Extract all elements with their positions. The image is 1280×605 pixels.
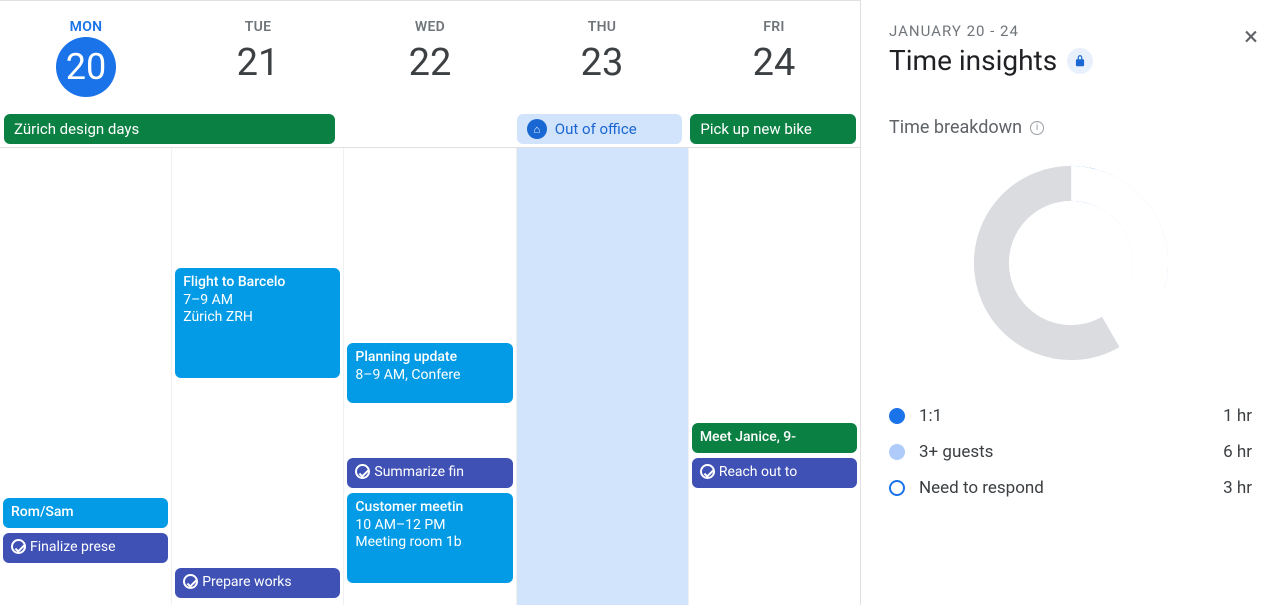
day-column-tue[interactable]: Flight to Barcelo 7–9 AM Zürich ZRH Prep… — [172, 148, 344, 605]
check-icon — [700, 464, 715, 479]
date-range: JANUARY 20 - 24 — [889, 22, 1252, 40]
dow-label: FRI — [688, 19, 860, 35]
check-icon — [183, 574, 198, 589]
task-summarize[interactable]: Summarize fin — [347, 458, 512, 488]
day-header-thu[interactable]: THU 23 — [516, 1, 688, 111]
event-planning[interactable]: Planning update 8–9 AM, Confere — [347, 343, 512, 403]
swatch-icon — [889, 480, 905, 496]
day-number: 22 — [344, 41, 516, 85]
day-number: 21 — [172, 41, 344, 85]
day-number: 23 — [516, 41, 688, 85]
swatch-icon — [889, 444, 905, 460]
time-grid[interactable]: Rom/Sam Finalize prese Flight to Barcelo… — [0, 147, 860, 605]
legend-value: 1 hr — [1223, 406, 1252, 426]
day-column-thu[interactable] — [517, 148, 689, 605]
day-headers: MON 20 TUE 21 WED 22 THU 23 FRI 24 — [0, 1, 860, 111]
dow-label: THU — [516, 19, 688, 35]
day-column-fri[interactable]: Meet Janice, 9- Reach out to — [689, 148, 860, 605]
day-number: 20 — [56, 37, 116, 97]
panel-title: Time insights — [889, 44, 1252, 77]
dow-label: TUE — [172, 19, 344, 35]
allday-event-pickup[interactable]: Pick up new bike — [690, 114, 856, 144]
event-rom-sam[interactable]: Rom/Sam — [3, 498, 168, 528]
day-column-mon[interactable]: Rom/Sam Finalize prese — [0, 148, 172, 605]
task-finalize[interactable]: Finalize prese — [3, 533, 168, 563]
dow-label: WED — [344, 19, 516, 35]
allday-cell: Pick up new bike — [686, 112, 860, 146]
allday-row: Zürich design days ⌂ Out of office Pick … — [0, 111, 860, 147]
task-prepare[interactable]: Prepare works — [175, 568, 340, 598]
event-meet-janice[interactable]: Meet Janice, 9- — [692, 423, 857, 453]
legend-row[interactable]: Need to respond 3 hr — [889, 470, 1252, 506]
dow-label: MON — [0, 19, 172, 35]
day-column-wed[interactable]: Planning update 8–9 AM, Confere Summariz… — [344, 148, 516, 605]
allday-cell: Zürich design days — [0, 112, 339, 146]
check-icon — [355, 464, 370, 479]
swatch-icon — [889, 408, 905, 424]
day-header-mon[interactable]: MON 20 — [0, 1, 172, 111]
time-insights-panel: × JANUARY 20 - 24 Time insights Time bre… — [860, 0, 1280, 605]
legend-value: 6 hr — [1223, 442, 1252, 462]
event-flight[interactable]: Flight to Barcelo 7–9 AM Zürich ZRH — [175, 268, 340, 378]
day-header-fri[interactable]: FRI 24 — [688, 1, 860, 111]
legend-value: 3 hr — [1223, 478, 1252, 498]
check-icon — [11, 539, 26, 554]
allday-cell — [339, 127, 513, 131]
breakdown-title: Time breakdown i — [889, 117, 1252, 138]
day-header-tue[interactable]: TUE 21 — [172, 1, 344, 111]
info-icon[interactable]: i — [1030, 121, 1044, 135]
close-icon[interactable]: × — [1244, 22, 1258, 52]
event-customer[interactable]: Customer meetin 10 AM–12 PM Meeting room… — [347, 493, 512, 583]
lock-icon — [1067, 48, 1093, 74]
allday-event-zurich[interactable]: Zürich design days — [4, 114, 335, 144]
calendar-grid: MON 20 TUE 21 WED 22 THU 23 FRI 24 Züri — [0, 0, 860, 605]
briefcase-icon: ⌂ — [527, 119, 547, 139]
donut-chart — [889, 158, 1252, 368]
day-number: 24 — [688, 41, 860, 85]
ooo-chip[interactable]: ⌂ Out of office — [517, 114, 683, 144]
task-reach-out[interactable]: Reach out to — [692, 458, 857, 488]
legend: 1:1 1 hr 3+ guests 6 hr Need to respond … — [889, 398, 1252, 506]
legend-row[interactable]: 3+ guests 6 hr — [889, 434, 1252, 470]
allday-cell: ⌂ Out of office — [513, 112, 687, 146]
legend-row[interactable]: 1:1 1 hr — [889, 398, 1252, 434]
day-header-wed[interactable]: WED 22 — [344, 1, 516, 111]
